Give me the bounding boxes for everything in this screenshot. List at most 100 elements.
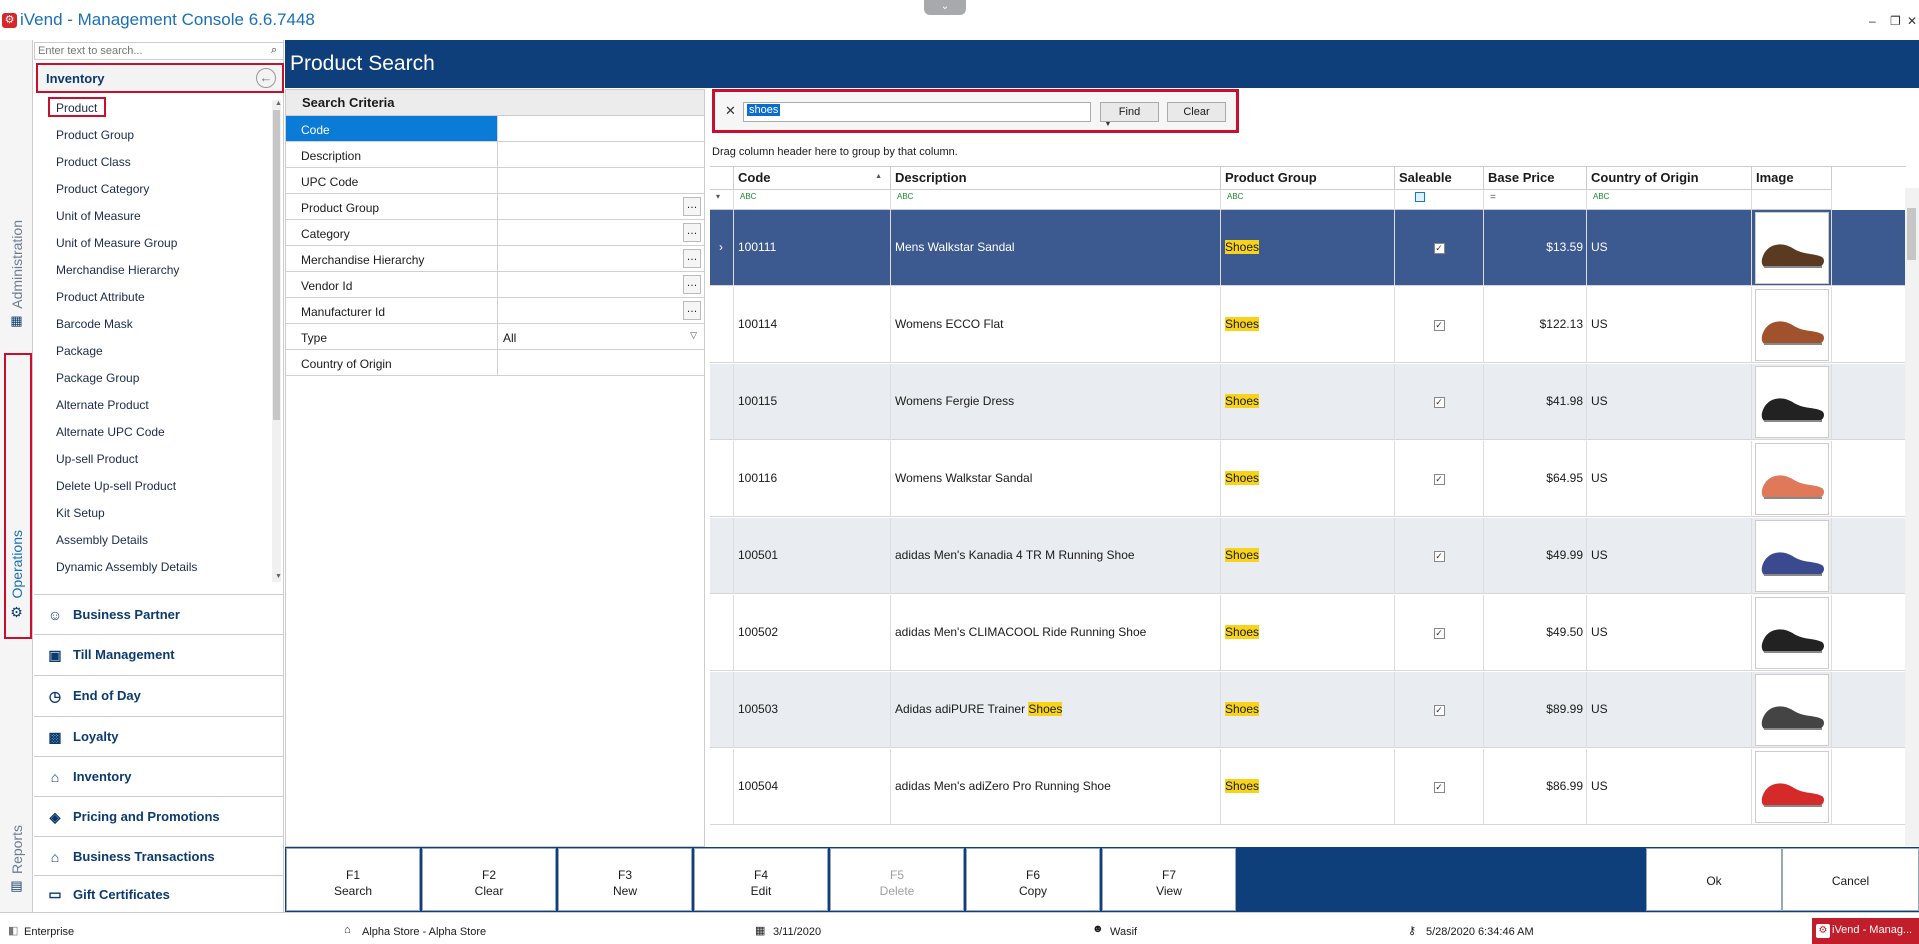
criteria-value-field[interactable]: [499, 220, 704, 245]
sidebar-item-product-class[interactable]: Product Class: [56, 155, 131, 169]
saleable-checkbox[interactable]: ✓: [1433, 474, 1445, 485]
search-input[interactable]: shoes ▼: [743, 102, 1112, 128]
column-header-product-group[interactable]: Product Group: [1221, 167, 1395, 190]
sidebar-item-package-group[interactable]: Package Group: [56, 371, 139, 385]
minimize-icon[interactable]: –: [1869, 14, 1876, 28]
table-row[interactable]: 100501 adidas Men's Kanadia 4 TR M Runnin…: [710, 518, 1906, 594]
criteria-value-field[interactable]: All: [499, 324, 704, 349]
nav-section-header[interactable]: Inventory ←: [36, 63, 284, 93]
row-indicator[interactable]: [710, 441, 734, 517]
sidebar-item-product-attribute[interactable]: Product Attribute: [56, 290, 145, 304]
ellipsis-button[interactable]: …: [683, 249, 701, 268]
column-header-saleable[interactable]: Saleable: [1395, 167, 1484, 190]
column-filter-cell[interactable]: ABC: [1587, 190, 1752, 210]
saleable-checkbox[interactable]: ✓: [1433, 782, 1445, 793]
criteria-value-field[interactable]: [499, 142, 704, 167]
column-header-code[interactable]: Code ▲: [734, 167, 891, 190]
grid-scrollbar[interactable]: [1905, 188, 1919, 846]
close-icon[interactable]: ✕: [725, 103, 736, 119]
sidebar-item-alternate-upc-code[interactable]: Alternate UPC Code: [56, 425, 165, 439]
ok-button[interactable]: Ok: [1646, 848, 1782, 911]
column-filter-cell[interactable]: ABC: [734, 190, 891, 210]
sidebar-item-product-category[interactable]: Product Category: [56, 182, 149, 196]
criteria-value-field[interactable]: [499, 246, 704, 271]
column-filter-cell[interactable]: ABC: [1221, 190, 1395, 210]
criteria-value-field[interactable]: [499, 298, 704, 323]
table-row[interactable]: › 100111 Mens Walkstar Sandal Shoes ✓ $13.59 U…: [710, 210, 1906, 286]
table-row[interactable]: 100504 adidas Men's adiZero Pro Running S…: [710, 749, 1906, 825]
close-icon[interactable]: ✕: [1907, 14, 1917, 28]
column-filter-cell[interactable]: [1752, 190, 1832, 210]
clear-button[interactable]: Clear: [1167, 102, 1226, 122]
column-filter-cell[interactable]: ABC: [891, 190, 1221, 210]
sidebar-item-delete-up-sell-product[interactable]: Delete Up-sell Product: [56, 479, 176, 493]
chevron-down-icon[interactable]: ▽: [690, 330, 697, 341]
row-indicator[interactable]: [710, 595, 734, 671]
back-arrow-icon[interactable]: ←: [256, 68, 276, 88]
sidebar-item-product[interactable]: Product: [56, 101, 97, 115]
nav-section-business-partner[interactable]: ☺ Business Partner: [34, 594, 284, 634]
filter-icon[interactable]: ▾: [710, 190, 734, 210]
sidebar-item-barcode-mask[interactable]: Barcode Mask: [56, 317, 133, 331]
nav-section-loyalty[interactable]: ▩ Loyalty: [34, 716, 284, 756]
sidebar-item-kit-setup[interactable]: Kit Setup: [56, 506, 105, 520]
column-filter-cell[interactable]: =: [1484, 190, 1587, 210]
clear-button[interactable]: F2 Clear: [422, 848, 556, 911]
criteria-value-field[interactable]: [499, 194, 704, 219]
column-filter-cell[interactable]: [1395, 190, 1484, 210]
sidebar-item-merchandise-hierarchy[interactable]: Merchandise Hierarchy: [56, 263, 179, 277]
restore-icon[interactable]: ❐: [1890, 14, 1901, 28]
row-indicator[interactable]: [710, 287, 734, 363]
column-header-description[interactable]: Description: [891, 167, 1221, 190]
table-row[interactable]: 100115 Womens Fergie Dress Shoes ✓ $41.98 US: [710, 364, 1906, 440]
sidebar-item-package[interactable]: Package: [56, 344, 103, 358]
collapse-ribbon-chevron-icon[interactable]: ⌄: [924, 0, 966, 15]
tab-reports[interactable]: Reports ▤: [0, 825, 33, 894]
nav-section-till-management[interactable]: ▣ Till Management: [34, 634, 284, 674]
search-icon[interactable]: ⌕: [271, 44, 277, 57]
nav-scrollbar-thumb[interactable]: [273, 110, 280, 420]
scroll-down-icon[interactable]: ▼: [275, 573, 282, 580]
saleable-checkbox[interactable]: ✓: [1433, 243, 1445, 254]
find-button[interactable]: Find: [1100, 102, 1159, 122]
criteria-value-field[interactable]: [499, 168, 704, 193]
sidebar-item-dynamic-assembly-details[interactable]: Dynamic Assembly Details: [56, 560, 197, 574]
table-row[interactable]: 100503 Adidas adiPURE Trainer Shoes Shoes ✓…: [710, 672, 1906, 748]
table-row[interactable]: 100116 Womens Walkstar Sandal Shoes ✓ $64.95…: [710, 441, 1906, 517]
row-indicator[interactable]: [710, 364, 734, 440]
edit-button[interactable]: F4 Edit: [694, 848, 828, 911]
sidebar-item-assembly-details[interactable]: Assembly Details: [56, 533, 148, 547]
row-indicator[interactable]: [710, 749, 734, 825]
scroll-up-icon[interactable]: ▲: [275, 100, 282, 107]
tab-administration[interactable]: Administration ▦: [0, 220, 33, 329]
ellipsis-button[interactable]: …: [683, 223, 701, 242]
search-button[interactable]: F1 Search: [286, 848, 420, 911]
new-button[interactable]: F3 New: [558, 848, 692, 911]
nav-section-gift-certificates[interactable]: ▭ Gift Certificates: [34, 875, 284, 912]
copy-button[interactable]: F6 Copy: [966, 848, 1100, 911]
nav-search-input[interactable]: Enter text to search...: [34, 42, 284, 60]
table-row[interactable]: 100502 adidas Men's CLIMACOOL Ride Runnin…: [710, 595, 1906, 671]
row-indicator[interactable]: ›: [710, 210, 734, 286]
criteria-value-field[interactable]: [499, 116, 704, 141]
saleable-checkbox[interactable]: ✓: [1433, 320, 1445, 331]
grid-scrollbar-thumb[interactable]: [1907, 208, 1916, 260]
table-row[interactable]: 100114 Womens ECCO Flat Shoes ✓ $122.13 US: [710, 287, 1906, 363]
saleable-checkbox[interactable]: ✓: [1433, 397, 1445, 408]
sidebar-item-up-sell-product[interactable]: Up-sell Product: [56, 452, 138, 466]
saleable-checkbox[interactable]: ✓: [1433, 628, 1445, 639]
criteria-value-field[interactable]: [499, 272, 704, 297]
saleable-checkbox[interactable]: ✓: [1433, 551, 1445, 562]
nav-section-inventory[interactable]: ⌂ Inventory: [34, 756, 284, 796]
sidebar-item-product-group[interactable]: Product Group: [56, 128, 134, 142]
ellipsis-button[interactable]: …: [683, 275, 701, 294]
row-indicator[interactable]: [710, 672, 734, 748]
nav-section-end-of-day[interactable]: ◷ End of Day: [34, 675, 284, 715]
view-button[interactable]: F7 View: [1102, 848, 1236, 911]
column-header-country-of-origin[interactable]: Country of Origin: [1587, 167, 1752, 190]
sidebar-item-unit-of-measure-group[interactable]: Unit of Measure Group: [56, 236, 177, 250]
column-header-image[interactable]: Image: [1752, 167, 1832, 190]
column-header-base-price[interactable]: Base Price: [1484, 167, 1587, 190]
sidebar-item-unit-of-measure[interactable]: Unit of Measure: [56, 209, 141, 223]
ellipsis-button[interactable]: …: [683, 197, 701, 216]
